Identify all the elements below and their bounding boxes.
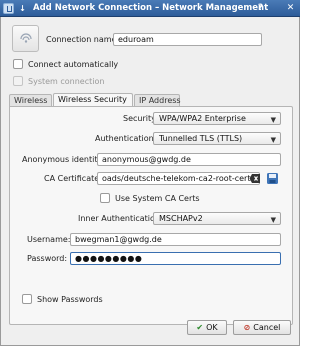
cancel-button-label: Cancel <box>253 323 281 332</box>
username-label: Username: <box>27 235 71 244</box>
pin-icon[interactable]: ↓ <box>18 4 27 13</box>
connect-automatically-checkbox[interactable] <box>13 59 23 69</box>
help-icon[interactable]: ? <box>256 4 265 13</box>
window-menu-icon[interactable] <box>3 3 14 14</box>
ok-button-label: OK <box>206 323 218 332</box>
show-passwords-label: Show Passwords <box>37 295 103 304</box>
system-connection-label: System connection <box>28 77 105 86</box>
wireless-security-panel: Security: WPA/WPA2 Enterprise ▼ Authenti… <box>9 106 293 325</box>
use-system-ca-checkbox[interactable] <box>100 193 110 203</box>
use-system-ca-label: Use System CA Certs <box>115 194 200 203</box>
connect-automatically-label: Connect automatically <box>28 60 119 69</box>
authentication-select[interactable]: Tunnelled TLS (TTLS) ▼ <box>153 132 281 145</box>
chevron-down-icon: ▼ <box>270 116 276 124</box>
inner-authentication-label: Inner Authentication: <box>78 214 163 223</box>
password-input[interactable]: ●●●●●●●●● <box>70 252 281 265</box>
cancel-button[interactable]: ⊘ Cancel <box>233 320 291 335</box>
window-titlebar: ↓ Add Network Connection – Network Manag… <box>0 0 300 17</box>
username-input[interactable]: bwegman1@gwdg.de <box>70 233 281 246</box>
ca-certificate-label: CA Certificate: <box>44 174 102 183</box>
anonymous-identity-label: Anonymous identity: <box>22 155 105 164</box>
inner-authentication-select[interactable]: MSCHAPv2 ▼ <box>153 212 281 225</box>
password-label: Password: <box>27 254 68 263</box>
window-title: Add Network Connection – Network Managem… <box>33 3 269 13</box>
close-icon[interactable]: ✕ <box>286 4 295 13</box>
chevron-down-icon: ▼ <box>270 216 276 224</box>
chevron-down-icon: ▼ <box>270 136 276 144</box>
security-select-value: WPA/WPA2 Enterprise <box>159 114 246 123</box>
authentication-select-value: Tunnelled TLS (TTLS) <box>159 134 243 143</box>
ca-certificate-input[interactable]: oads/deutsche-telekom-ca2-root-cert.der <box>97 172 260 185</box>
show-passwords-checkbox[interactable] <box>22 294 32 304</box>
security-select[interactable]: WPA/WPA2 Enterprise ▼ <box>153 112 281 125</box>
network-icon <box>20 33 32 43</box>
cancel-icon: ⊘ <box>243 323 251 332</box>
inner-authentication-select-value: MSCHAPv2 <box>159 214 203 223</box>
connection-name-input[interactable]: eduroam <box>113 33 262 46</box>
clear-field-icon[interactable] <box>249 172 262 185</box>
system-connection-checkbox[interactable] <box>13 76 23 86</box>
dialog-body: Connection name: eduroam Connect automat… <box>0 17 300 346</box>
tab-wireless-security[interactable]: Wireless Security <box>53 93 133 107</box>
tab-wireless[interactable]: Wireless <box>9 94 52 106</box>
open-file-icon[interactable] <box>266 172 279 185</box>
connection-icon-button[interactable] <box>12 25 39 52</box>
tab-ip-address[interactable]: IP Address <box>134 94 181 106</box>
authentication-label: Authentication: <box>95 134 157 143</box>
connection-name-label: Connection name: <box>46 35 120 44</box>
ok-button[interactable]: ✔ OK <box>187 320 227 335</box>
anonymous-identity-input[interactable]: anonymous@gwdg.de <box>97 153 281 166</box>
checkmark-icon: ✔ <box>196 323 204 332</box>
